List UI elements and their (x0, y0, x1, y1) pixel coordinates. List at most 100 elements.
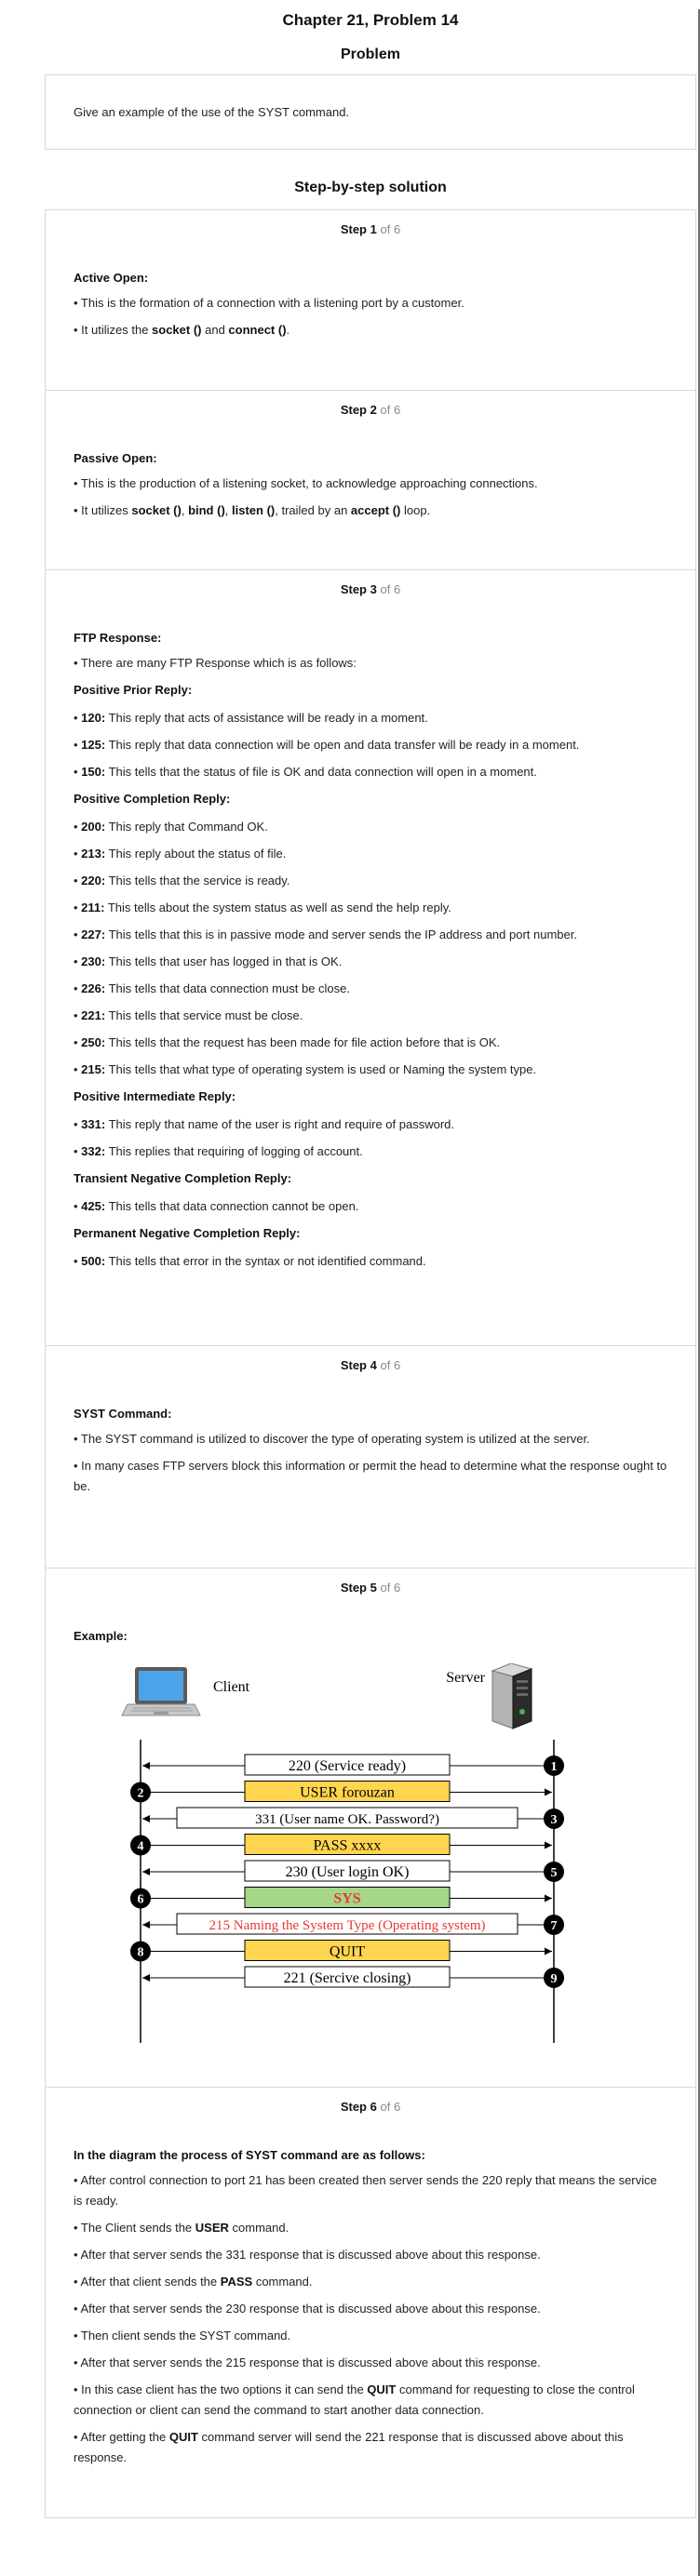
bullet: • After that server sends the 331 respon… (74, 2248, 541, 2262)
step-heading: Example: (74, 1629, 128, 1643)
step-header: Step 6 of 6 (340, 2100, 401, 2114)
step-6: Step 6 of 6 In the diagram the process o… (46, 2088, 695, 2517)
response-item: • 250: This tells that the request has b… (74, 1035, 501, 1049)
arrowhead-icon (545, 1841, 552, 1849)
response-item: • 500: This tells that error in the synt… (74, 1254, 426, 1268)
step-header: Step 1 of 6 (340, 222, 401, 236)
message-label: 230 (User login OK) (286, 1864, 410, 1880)
response-item: • 332: This replies that requiring of lo… (74, 1144, 363, 1158)
ftp-syst-diagram: Client Server 220 (Service ready) 1 USER… (101, 1662, 586, 2082)
message-1: 220 (Service ready) 1 (142, 1754, 564, 1776)
page: Chapter 21, Problem 14 Problem Give an e… (45, 9, 696, 2518)
step-4: Step 4 of 6 SYST Command: • The SYST com… (46, 1346, 695, 1568)
bullet: • It utilizes socket (), bind (), listen… (74, 503, 431, 517)
step-heading: FTP Response: (74, 631, 162, 645)
arrowhead-icon (142, 1762, 150, 1769)
response-item: • 230: This tells that user has logged i… (74, 954, 343, 968)
response-item: • 150: This tells that the status of fil… (74, 765, 537, 779)
response-item: • 200: This reply that Command OK. (74, 820, 268, 834)
arrowhead-icon (142, 1815, 150, 1822)
solution-heading: Step-by-step solution (294, 180, 447, 195)
arrowhead-icon (545, 1894, 552, 1902)
step-3: Step 3 of 6 FTP Response: • There are ma… (46, 570, 695, 1346)
message-8: QUIT 8 (130, 1940, 552, 1962)
bullet: • After getting the QUIT command server … (74, 2430, 624, 2464)
message-2: USER forouzan 2 (130, 1781, 552, 1803)
bullet: • It utilizes the socket () and connect … (74, 323, 290, 337)
response-item: • 211: This tells about the system statu… (74, 901, 451, 914)
messages-group: 220 (Service ready) 1 USER forouzan 2 331 (U… (130, 1754, 564, 1988)
group-title: Transient Negative Completion Reply: (74, 1171, 292, 1185)
ftp-response-groups: Positive Prior Reply: • 120: This reply t… (74, 680, 667, 1272)
step-number: 4 (138, 1840, 144, 1854)
bullet: • In many cases FTP servers block this i… (74, 1459, 667, 1493)
laptop-icon (121, 1667, 201, 1716)
message-6: SYS 6 (130, 1887, 552, 1909)
step-number: 1 (551, 1760, 558, 1774)
response-item: • 227: This tells that this is in passiv… (74, 928, 577, 941)
group-title: Positive Prior Reply: (74, 683, 193, 697)
step-heading: Passive Open: (74, 451, 157, 465)
message-9: 221 (Sercive closing) 9 (142, 1966, 564, 1988)
message-7: 215 Naming the System Type (Operating sy… (142, 1913, 564, 1935)
page-title: Chapter 21, Problem 14 (282, 11, 459, 29)
bullet: • After that server sends the 215 respon… (74, 2356, 541, 2369)
step-header: Step 4 of 6 (340, 1358, 401, 1372)
message-label: 221 (Sercive closing) (284, 1970, 411, 1986)
step-number: 5 (551, 1866, 558, 1880)
sequence-diagram-svg: Client Server 220 (Service ready) 1USER … (121, 1662, 564, 2043)
steps-container: Step 1 of 6 Active Open: • This is the f… (45, 209, 696, 2518)
step-number: 2 (138, 1787, 144, 1801)
response-item: • 331: This reply that name of the user … (74, 1117, 454, 1131)
group-title: Permanent Negative Completion Reply: (74, 1226, 301, 1240)
step-heading: Active Open: (74, 271, 149, 285)
step-heading: SYST Command: (74, 1407, 172, 1421)
message-label: 215 Naming the System Type (Operating sy… (209, 1918, 486, 1933)
message-4: PASS xxxx 4 (130, 1834, 552, 1856)
step-5: Step 5 of 6 Example: Client Server 220 (… (46, 1568, 695, 2088)
bullet: • The SYST command is utilized to discov… (74, 1432, 590, 1446)
message-label: 331 (User name OK. Password?) (255, 1812, 439, 1827)
step-number: 9 (551, 1972, 558, 1986)
step-1: Step 1 of 6 Active Open: • This is the f… (46, 210, 695, 391)
bullet: • After that server sends the 230 respon… (74, 2302, 541, 2316)
server-icon (491, 1662, 533, 1729)
arrowhead-icon (142, 1868, 150, 1875)
message-label: 220 (Service ready) (289, 1758, 406, 1774)
response-item: • 120: This reply that acts of assistanc… (74, 711, 428, 725)
problem-text: Give an example of the use of the SYST c… (74, 105, 350, 119)
message-label: SYS (333, 1891, 360, 1907)
step-header: Step 5 of 6 (340, 1581, 401, 1595)
server-label: Server (446, 1670, 485, 1686)
bullet: • The Client sends the USER command. (74, 2221, 289, 2235)
arrowhead-icon (142, 1921, 150, 1929)
step-number: 3 (551, 1813, 558, 1827)
step-header: Step 2 of 6 (340, 403, 401, 417)
problem-box: Give an example of the use of the SYST c… (45, 74, 696, 150)
arrowhead-icon (545, 1788, 552, 1796)
response-item: • 425: This tells that data connection c… (74, 1199, 359, 1213)
response-item: • 220: This tells that the service is re… (74, 874, 290, 888)
bullet: • Then client sends the SYST command. (74, 2329, 291, 2342)
message-3: 331 (User name OK. Password?) 3 (142, 1807, 564, 1829)
bullet: • In this case client has the two option… (74, 2382, 635, 2417)
bullet: • This is the production of a listening … (74, 476, 538, 490)
step-header: Step 3 of 6 (340, 582, 401, 596)
client-label: Client (213, 1679, 250, 1695)
step-2: Step 2 of 6 Passive Open: • This is the … (46, 391, 695, 570)
group-title: Positive Intermediate Reply: (74, 1089, 236, 1103)
step-number: 8 (138, 1946, 144, 1960)
response-item: • 213: This reply about the status of fi… (74, 847, 287, 861)
message-label: USER forouzan (300, 1785, 395, 1801)
response-item: • 221: This tells that service must be c… (74, 1008, 303, 1022)
bullet: • This is the formation of a connection … (74, 296, 464, 310)
problem-heading: Problem (340, 47, 400, 62)
bullet: • After that client sends the PASS comma… (74, 2275, 313, 2289)
arrowhead-icon (142, 1974, 150, 1982)
response-item: • 215: This tells that what type of oper… (74, 1062, 537, 1076)
message-5: 230 (User login OK) 5 (142, 1860, 564, 1882)
step-number: 7 (551, 1919, 558, 1933)
group-title: Positive Completion Reply: (74, 792, 231, 806)
message-label: PASS xxxx (314, 1838, 382, 1854)
step-number: 6 (138, 1893, 144, 1907)
